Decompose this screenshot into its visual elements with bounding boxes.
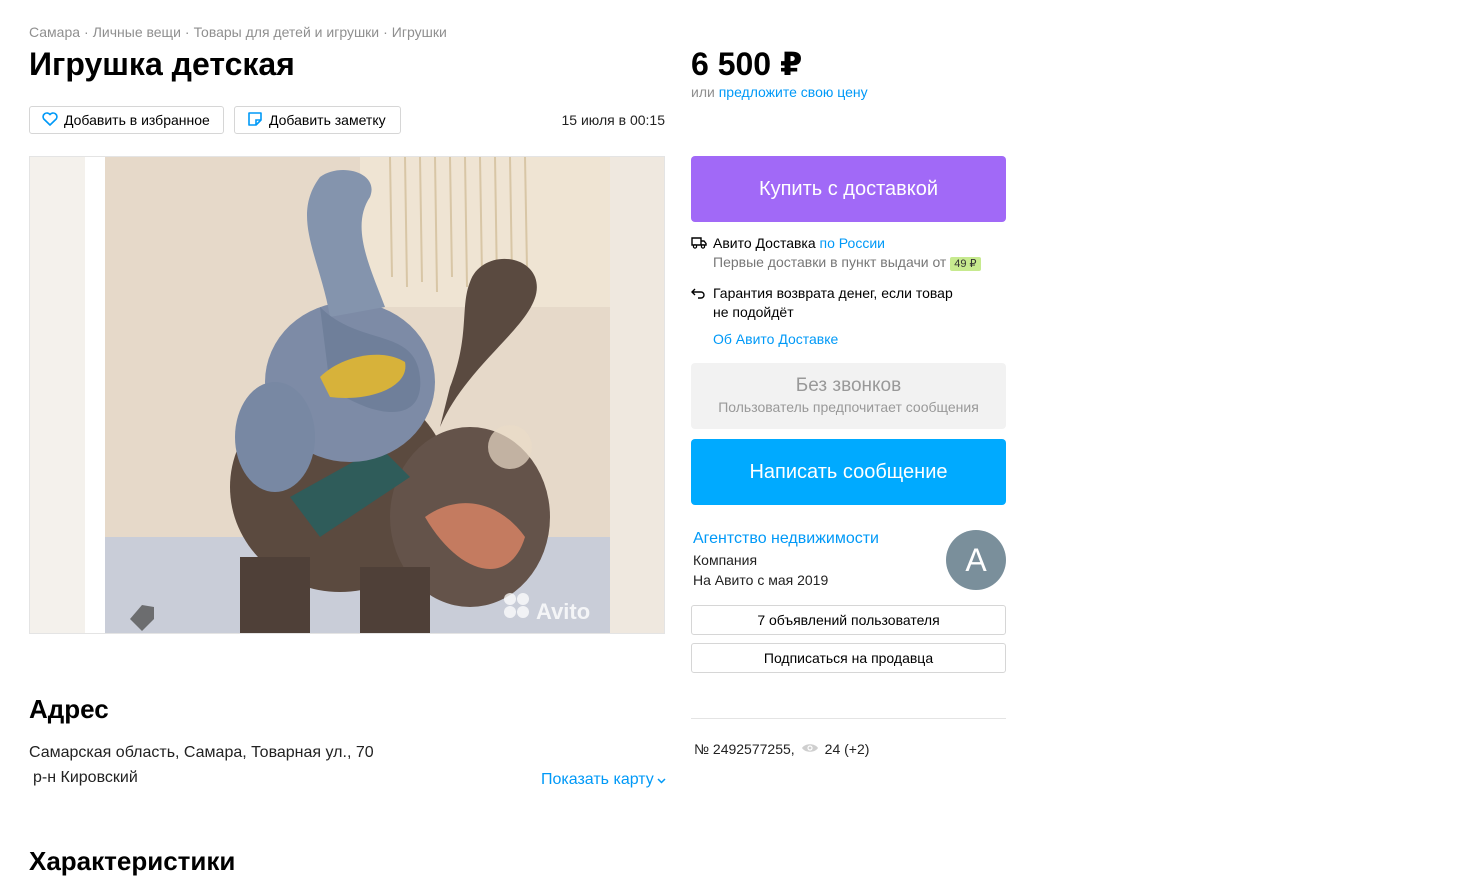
note-icon xyxy=(247,111,263,130)
breadcrumb-item-kids[interactable]: Товары для детей и игрушки xyxy=(194,24,380,40)
offer-price-link[interactable]: предложите свою цену xyxy=(719,84,868,100)
eye-icon xyxy=(801,741,819,757)
price: 6 500 ₽ xyxy=(691,46,803,82)
add-note-label: Добавить заметку xyxy=(269,112,386,128)
characteristics-heading: Характеристики xyxy=(29,846,236,876)
add-favorite-label: Добавить в избранное xyxy=(64,112,210,128)
posted-date: 15 июля в 00:15 xyxy=(561,112,665,128)
address-district: р-н Кировский xyxy=(33,769,138,786)
product-photo[interactable]: Avito xyxy=(29,156,665,634)
add-favorite-button[interactable]: Добавить в избранное xyxy=(29,106,224,134)
address-line: Самарская область, Самара, Товарная ул.,… xyxy=(29,744,374,761)
guarantee-text: Гарантия возврата денег, если товар не п… xyxy=(713,285,953,320)
listing-number: № 2492577255, xyxy=(694,741,795,757)
show-map-link[interactable]: Показать карту xyxy=(541,771,666,789)
seller-since: На Авито с мая 2019 xyxy=(693,572,829,588)
guarantee-row: Гарантия возврата денег, если товар не п… xyxy=(691,284,1006,322)
first-delivery-text: Первые доставки в пункт выдачи от xyxy=(713,254,947,270)
breadcrumb-item-personal[interactable]: Личные вещи xyxy=(93,24,181,40)
breadcrumb-separator: · xyxy=(383,24,388,40)
seller-avatar[interactable]: А xyxy=(946,530,1006,590)
first-delivery-price-badge: 49 ₽ xyxy=(950,257,981,271)
no-calls-title: Без звонков xyxy=(795,375,902,396)
no-calls-notice: Без звонков Пользователь предпочитает со… xyxy=(691,363,1006,429)
delivery-service: Авито Доставка xyxy=(713,235,816,251)
write-message-button[interactable]: Написать сообщение xyxy=(691,439,1006,505)
about-delivery-row: Об Авито Доставке xyxy=(691,330,1006,349)
price-offer: или предложите свою цену xyxy=(691,84,868,100)
truck-icon xyxy=(691,234,707,274)
delivery-region-link[interactable]: по России xyxy=(820,235,885,251)
seller-type: Компания xyxy=(693,552,758,568)
listing-meta: № 2492577255, 24 (+2) xyxy=(694,741,869,757)
divider xyxy=(691,718,1006,719)
address-heading: Адрес xyxy=(29,694,109,724)
breadcrumb-item-city[interactable]: Самара xyxy=(29,24,80,40)
user-ads-button[interactable]: 7 объявлений пользователя xyxy=(691,605,1006,635)
no-calls-subtitle: Пользователь предпочитает сообщения xyxy=(718,399,979,415)
product-photo-image: Avito xyxy=(30,157,664,633)
return-arrow-icon xyxy=(691,284,707,322)
subscribe-seller-button[interactable]: Подписаться на продавца xyxy=(691,643,1006,673)
seller-name-link[interactable]: Агентство недвижимости xyxy=(693,530,879,548)
breadcrumb-separator: · xyxy=(184,24,190,40)
page-title: Игрушка детская xyxy=(29,46,295,82)
breadcrumb-separator: · xyxy=(84,24,89,40)
breadcrumb-item-toys[interactable]: Игрушки xyxy=(392,24,447,40)
delivery-row: Авито Доставка по России Первые доставки… xyxy=(691,234,1006,274)
breadcrumb: Самара · Личные вещи · Товары для детей и иг… xyxy=(29,24,447,40)
show-map-label: Показать карту xyxy=(541,771,654,788)
about-delivery-link[interactable]: Об Авито Доставке xyxy=(713,330,838,349)
delivery-info: Авито Доставка по России Первые доставки… xyxy=(691,234,1006,349)
add-note-button[interactable]: Добавить заметку xyxy=(234,106,401,134)
heart-icon xyxy=(42,111,58,129)
price-or-text: или xyxy=(691,84,715,100)
views-count: 24 (+2) xyxy=(824,741,870,757)
avito-watermark: Avito xyxy=(536,599,590,624)
buy-with-delivery-button[interactable]: Купить с доставкой xyxy=(691,156,1006,222)
chevron-down-icon xyxy=(657,771,666,789)
